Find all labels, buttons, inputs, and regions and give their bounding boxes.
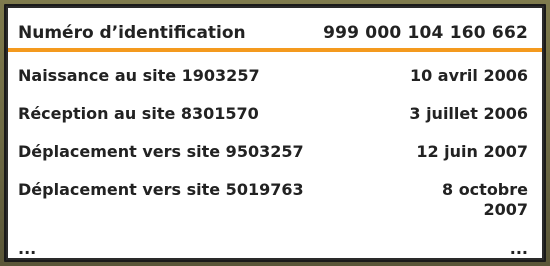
table-row: Déplacement vers site 9503257 12 juin 20… (18, 142, 528, 162)
identification-number: 999 000 104 160 662 (323, 23, 528, 43)
identification-label: Numéro d’identification (18, 23, 246, 43)
event-label: Naissance au site 1903257 (18, 66, 260, 85)
event-date: 3 juillet 2006 (409, 104, 528, 123)
table-row: Réception au site 8301570 3 juillet 2006 (18, 104, 528, 124)
window-frame: Numéro d’identification 999 000 104 160 … (4, 4, 546, 262)
event-date: ... (509, 239, 528, 258)
table-row: Naissance au site 1903257 10 avril 2006 (18, 66, 528, 86)
table-row: ... ... (18, 239, 528, 259)
header-divider (8, 48, 542, 52)
event-label: ... (18, 239, 37, 258)
identification-card: Numéro d’identification 999 000 104 160 … (8, 8, 542, 258)
identification-header: Numéro d’identification 999 000 104 160 … (18, 23, 528, 43)
event-date: 8 octobre 2007 (441, 180, 528, 219)
event-label: Réception au site 8301570 (18, 104, 259, 123)
event-label: Déplacement vers site 5019763 (18, 180, 304, 199)
event-date: 12 juin 2007 (416, 142, 528, 161)
event-date: 10 avril 2006 (409, 66, 528, 85)
table-row: Déplacement vers site 5019763 8 octobre … (18, 180, 528, 220)
event-label: Déplacement vers site 9503257 (18, 142, 304, 161)
